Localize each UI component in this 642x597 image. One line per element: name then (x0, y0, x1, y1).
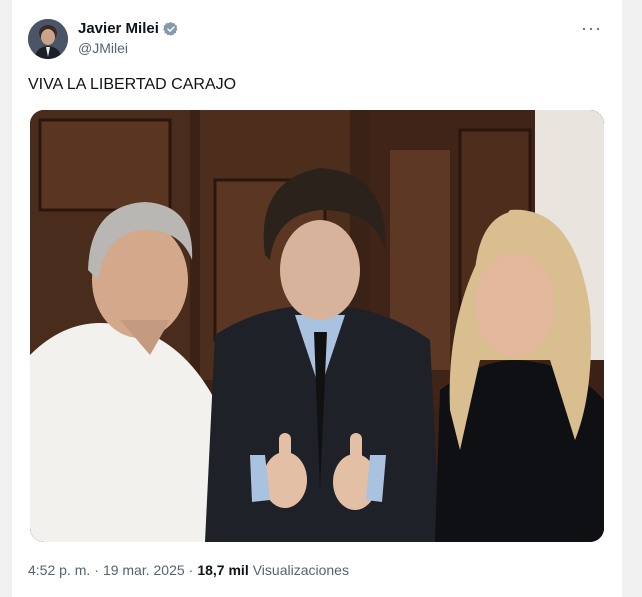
views-count: 18,7 mil (197, 562, 249, 578)
tweet-card: Javier Milei @JMilei ··· VIVA LA LIBERTA… (12, 0, 622, 597)
author-name[interactable]: Javier Milei (78, 20, 159, 37)
separator: · (188, 562, 194, 578)
verified-badge-icon (163, 21, 179, 37)
avatar[interactable] (28, 19, 68, 59)
views-label: Visualizaciones (252, 562, 349, 578)
tweet-text: VIVA LA LIBERTAD CARAJO (28, 76, 237, 93)
author-handle[interactable]: @JMilei (78, 40, 128, 56)
tweet-date[interactable]: 19 mar. 2025 (103, 562, 185, 578)
more-options-icon[interactable]: ··· (581, 19, 602, 37)
tweet-meta: 4:52 p. m. · 19 mar. 2025 · 18,7 mil Vis… (28, 562, 349, 578)
author-name-row: Javier Milei (78, 20, 179, 37)
tweet-photo[interactable] (30, 110, 604, 542)
separator: · (94, 562, 99, 578)
tweet-time[interactable]: 4:52 p. m. (28, 562, 90, 578)
